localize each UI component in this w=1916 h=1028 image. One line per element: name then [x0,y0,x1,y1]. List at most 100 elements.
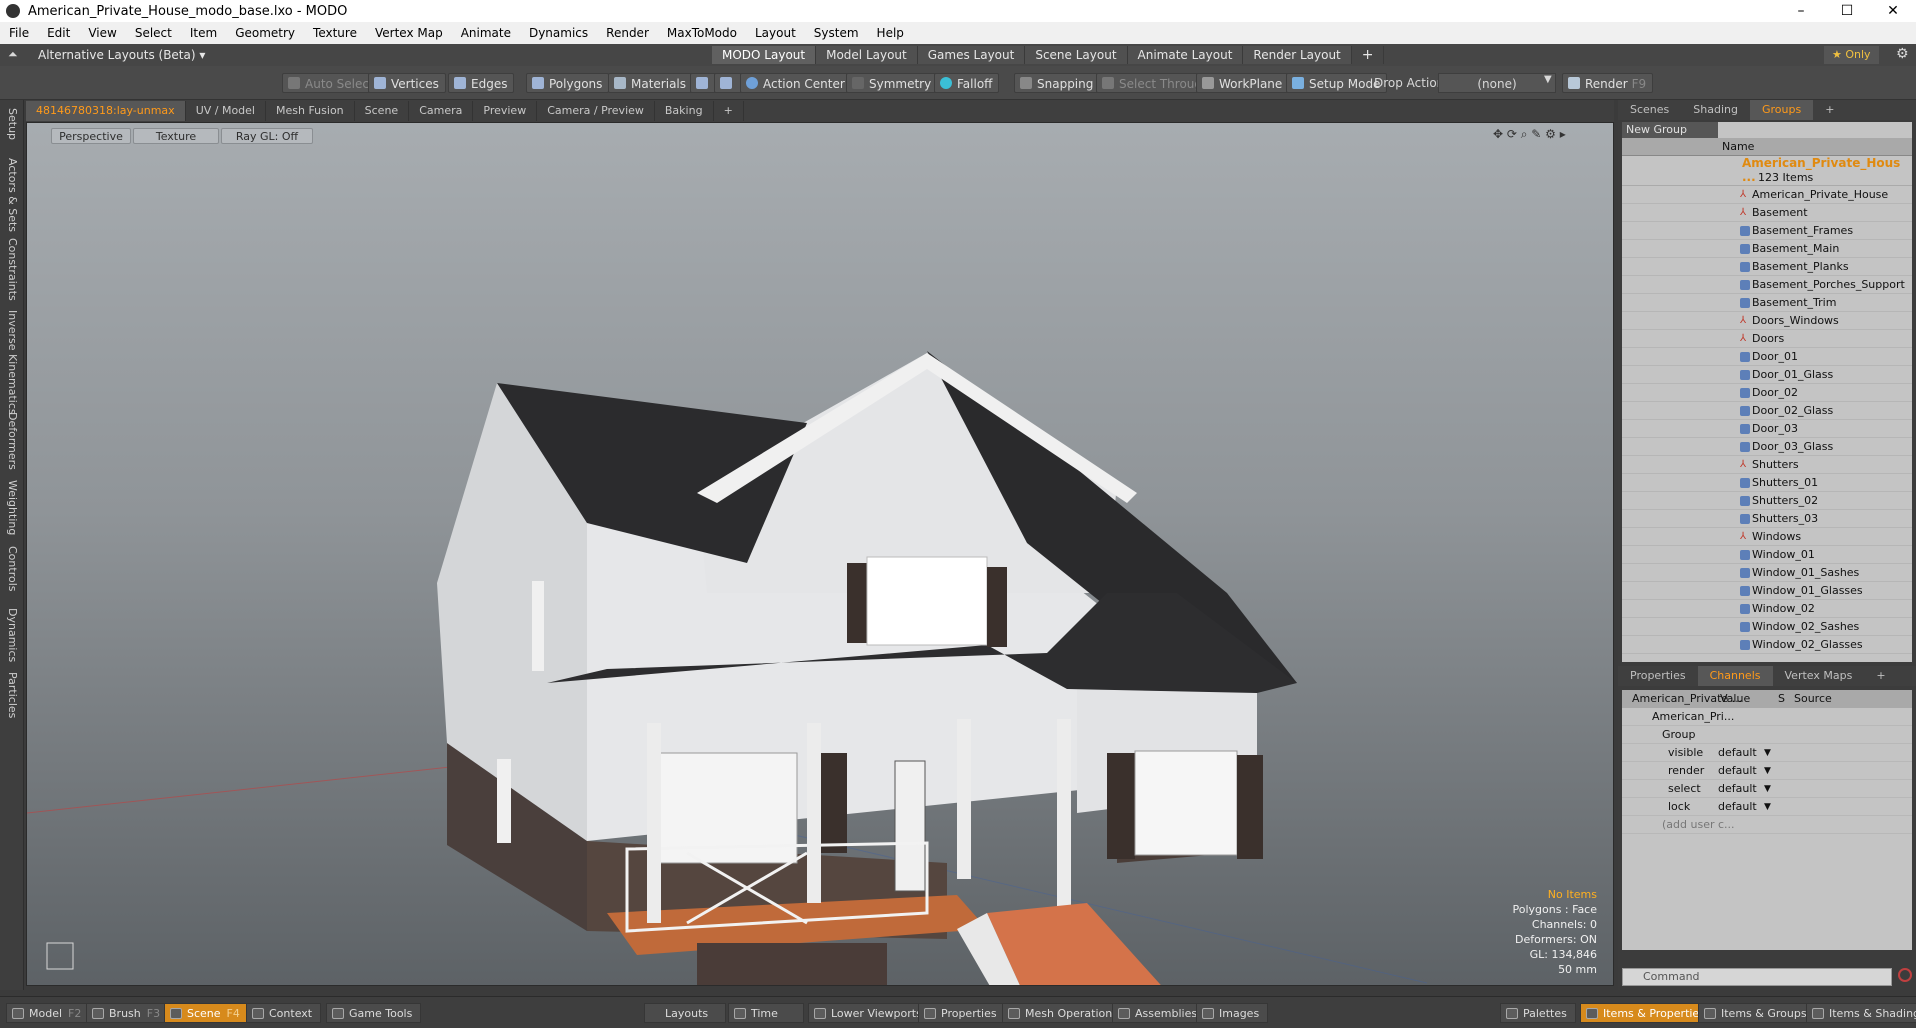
item-select-icon-button[interactable] [714,73,742,93]
game-tools-button[interactable]: Game Tools [326,1003,422,1023]
alternative-layouts-dropdown[interactable]: Alternative Layouts (Beta) ▾ [38,48,205,62]
group-list-item[interactable]: Window_01_Sashes [1622,564,1912,582]
group-list-item[interactable]: ⅄ Doors_Windows [1622,312,1912,330]
channel-value[interactable]: default [1718,762,1757,780]
group-list-item[interactable]: Door_02 [1622,384,1912,402]
tab-properties[interactable]: Properties [1618,666,1698,686]
vtab-constraints[interactable]: Constraints [3,238,21,301]
tab-camera[interactable]: Camera [409,101,474,121]
assemblies-button[interactable]: Assemblies [1112,1003,1207,1023]
menu-render[interactable]: Render [597,22,658,44]
auto-select-button[interactable]: Auto Select [282,73,381,93]
layouts-button[interactable]: Layouts [644,1003,726,1023]
menu-maxtomodo[interactable]: MaxToModo [658,22,746,44]
menu-layout[interactable]: Layout [746,22,805,44]
group-list-item[interactable]: ⅄ Doors [1622,330,1912,348]
model-mode-button[interactable]: Model F2 [6,1003,91,1023]
add-layout-button[interactable]: + [1352,46,1385,64]
minimize-button[interactable]: – [1778,0,1824,22]
chevron-down-icon[interactable]: ▼ [1764,744,1771,762]
chevron-down-icon[interactable]: ▼ [1544,74,1552,85]
vtab-deformers[interactable]: Deformers [3,412,21,470]
brush-mode-button[interactable]: Brush F3 [86,1003,170,1023]
chevron-down-icon[interactable]: ▼ [1764,762,1771,780]
group-list-item[interactable]: Shutters_02 [1622,492,1912,510]
menu-system[interactable]: System [805,22,868,44]
tab-baking[interactable]: Baking [655,101,714,121]
group-list-item[interactable]: Window_02_Sashes [1622,618,1912,636]
channel-value[interactable]: default [1718,798,1757,816]
group-list-item[interactable]: Basement_Porches_Support [1622,276,1912,294]
vtab-particles[interactable]: Particles [3,672,21,718]
3d-viewport[interactable]: Perspective Texture Ray GL: Off ✥ ⟳ ⌕ ✎ … [26,122,1614,986]
group-list-item[interactable]: Shutters_01 [1622,474,1912,492]
chevron-down-icon[interactable]: ▼ [1764,780,1771,798]
group-list-item[interactable]: ⅄ American_Private_House [1622,186,1912,204]
group-list-item[interactable]: Basement_Planks [1622,258,1912,276]
workplane-button[interactable]: WorkPlane [1196,73,1290,93]
group-list-item[interactable]: Door_03_Glass [1622,438,1912,456]
palettes-button[interactable]: Palettes [1500,1003,1576,1023]
tab-render-layout[interactable]: Render Layout [1243,46,1352,64]
tab-scene[interactable]: Scene [355,101,410,121]
tab-camera-preview[interactable]: Camera / Preview [537,101,655,121]
only-toggle[interactable]: ★ Only [1824,46,1879,64]
time-button[interactable]: Time [728,1003,804,1023]
close-button[interactable]: ✕ [1870,0,1916,22]
menu-texture[interactable]: Texture [304,22,366,44]
channel-value[interactable]: default [1718,780,1757,798]
tab-mesh-fusion[interactable]: Mesh Fusion [266,101,355,121]
tab-channels[interactable]: Channels [1697,666,1773,686]
render-button[interactable]: Render F9 [1562,73,1654,93]
menu-dynamics[interactable]: Dynamics [520,22,597,44]
falloff-button[interactable]: Falloff [934,73,1000,93]
maximize-button[interactable]: ☐ [1824,0,1870,22]
group-list-item[interactable]: Door_03 [1622,420,1912,438]
group-list-item[interactable]: Door_01_Glass [1622,366,1912,384]
group-list-item[interactable]: Window_02 [1622,600,1912,618]
materials-button[interactable]: Materials [608,73,694,93]
tab-vertex-maps[interactable]: Vertex Maps [1773,666,1865,686]
items-shading-button[interactable]: Items & Shading [1806,1003,1916,1023]
group-list-item[interactable]: ⅄ Shutters [1622,456,1912,474]
menu-edit[interactable]: Edit [38,22,79,44]
channel-row-visible[interactable]: visible default ▼ [1622,744,1912,762]
edges-button[interactable]: Edges [448,73,515,93]
new-group-button[interactable]: New Group [1622,122,1718,138]
tab-animate-layout[interactable]: Animate Layout [1127,46,1244,64]
menu-file[interactable]: File [0,22,38,44]
images-button[interactable]: Images [1196,1003,1269,1023]
group-root-row[interactable]: American_Private_Hous ... 123 Items [1622,156,1912,186]
vtab-controls[interactable]: Controls [3,546,21,592]
tab-groups[interactable]: Groups [1749,100,1814,120]
tab-modo-layout[interactable]: MODO Layout [712,46,817,64]
settings-gear-icon[interactable]: ⚙ [1896,46,1909,62]
menu-select[interactable]: Select [126,22,181,44]
group-list-item[interactable]: Basement_Frames [1622,222,1912,240]
layout-pin-icon[interactable]: ⏶ [8,47,18,62]
tab-uv-model[interactable]: UV / Model [186,101,266,121]
vtab-dynamics[interactable]: Dynamics [3,608,21,662]
channel-row-lock[interactable]: lock default ▼ [1622,798,1912,816]
add-tab-button[interactable]: + [714,101,744,121]
menu-animate[interactable]: Animate [452,22,520,44]
tab-model-layout[interactable]: Model Layout [816,46,918,64]
channel-row-render[interactable]: render default ▼ [1622,762,1912,780]
record-icon[interactable] [1898,968,1912,982]
tab-shading[interactable]: Shading [1681,100,1750,120]
vtab-weighting[interactable]: Weighting [3,480,21,535]
drop-action-select[interactable]: (none) [1438,73,1556,93]
items-properties-button[interactable]: Items & Properties [1580,1003,1714,1023]
symmetry-button[interactable]: Symmetry [846,73,939,93]
menu-help[interactable]: Help [868,22,913,44]
group-list-item[interactable]: Basement_Main [1622,240,1912,258]
group-list-item[interactable]: Door_01 [1622,348,1912,366]
group-list-item[interactable]: Shutters_03 [1622,510,1912,528]
vtab-inverse-kinematics[interactable]: Inverse Kinematics [3,310,21,415]
properties-button[interactable]: Properties [918,1003,1006,1023]
snapping-button[interactable]: Snapping [1014,73,1101,93]
items-groups-button[interactable]: Items & Groups [1698,1003,1816,1023]
setup-mode-button[interactable]: Setup Mode [1286,73,1388,93]
menu-vertex-map[interactable]: Vertex Map [366,22,452,44]
add-panel-tab-button[interactable]: + [1813,100,1846,120]
